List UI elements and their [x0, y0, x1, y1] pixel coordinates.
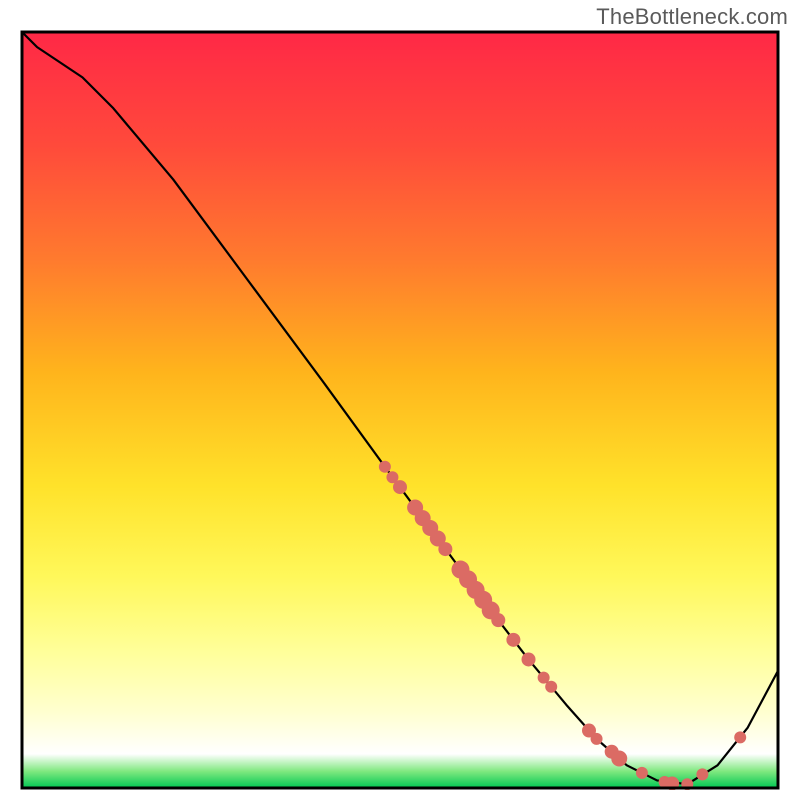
chart-container: TheBottleneck.com: [0, 0, 800, 800]
data-point: [491, 613, 505, 627]
data-point: [545, 681, 557, 693]
watermark-text: TheBottleneck.com: [596, 4, 788, 30]
data-point: [636, 767, 648, 779]
data-point: [591, 733, 603, 745]
chart-svg: [20, 30, 780, 790]
data-point: [611, 751, 627, 767]
data-point: [393, 480, 407, 494]
data-point: [522, 652, 536, 666]
plot-area: [20, 30, 780, 790]
data-point: [438, 542, 452, 556]
plot-background: [22, 32, 778, 788]
data-point: [734, 731, 746, 743]
data-point: [379, 461, 391, 473]
data-point: [696, 768, 708, 780]
data-point: [506, 633, 520, 647]
